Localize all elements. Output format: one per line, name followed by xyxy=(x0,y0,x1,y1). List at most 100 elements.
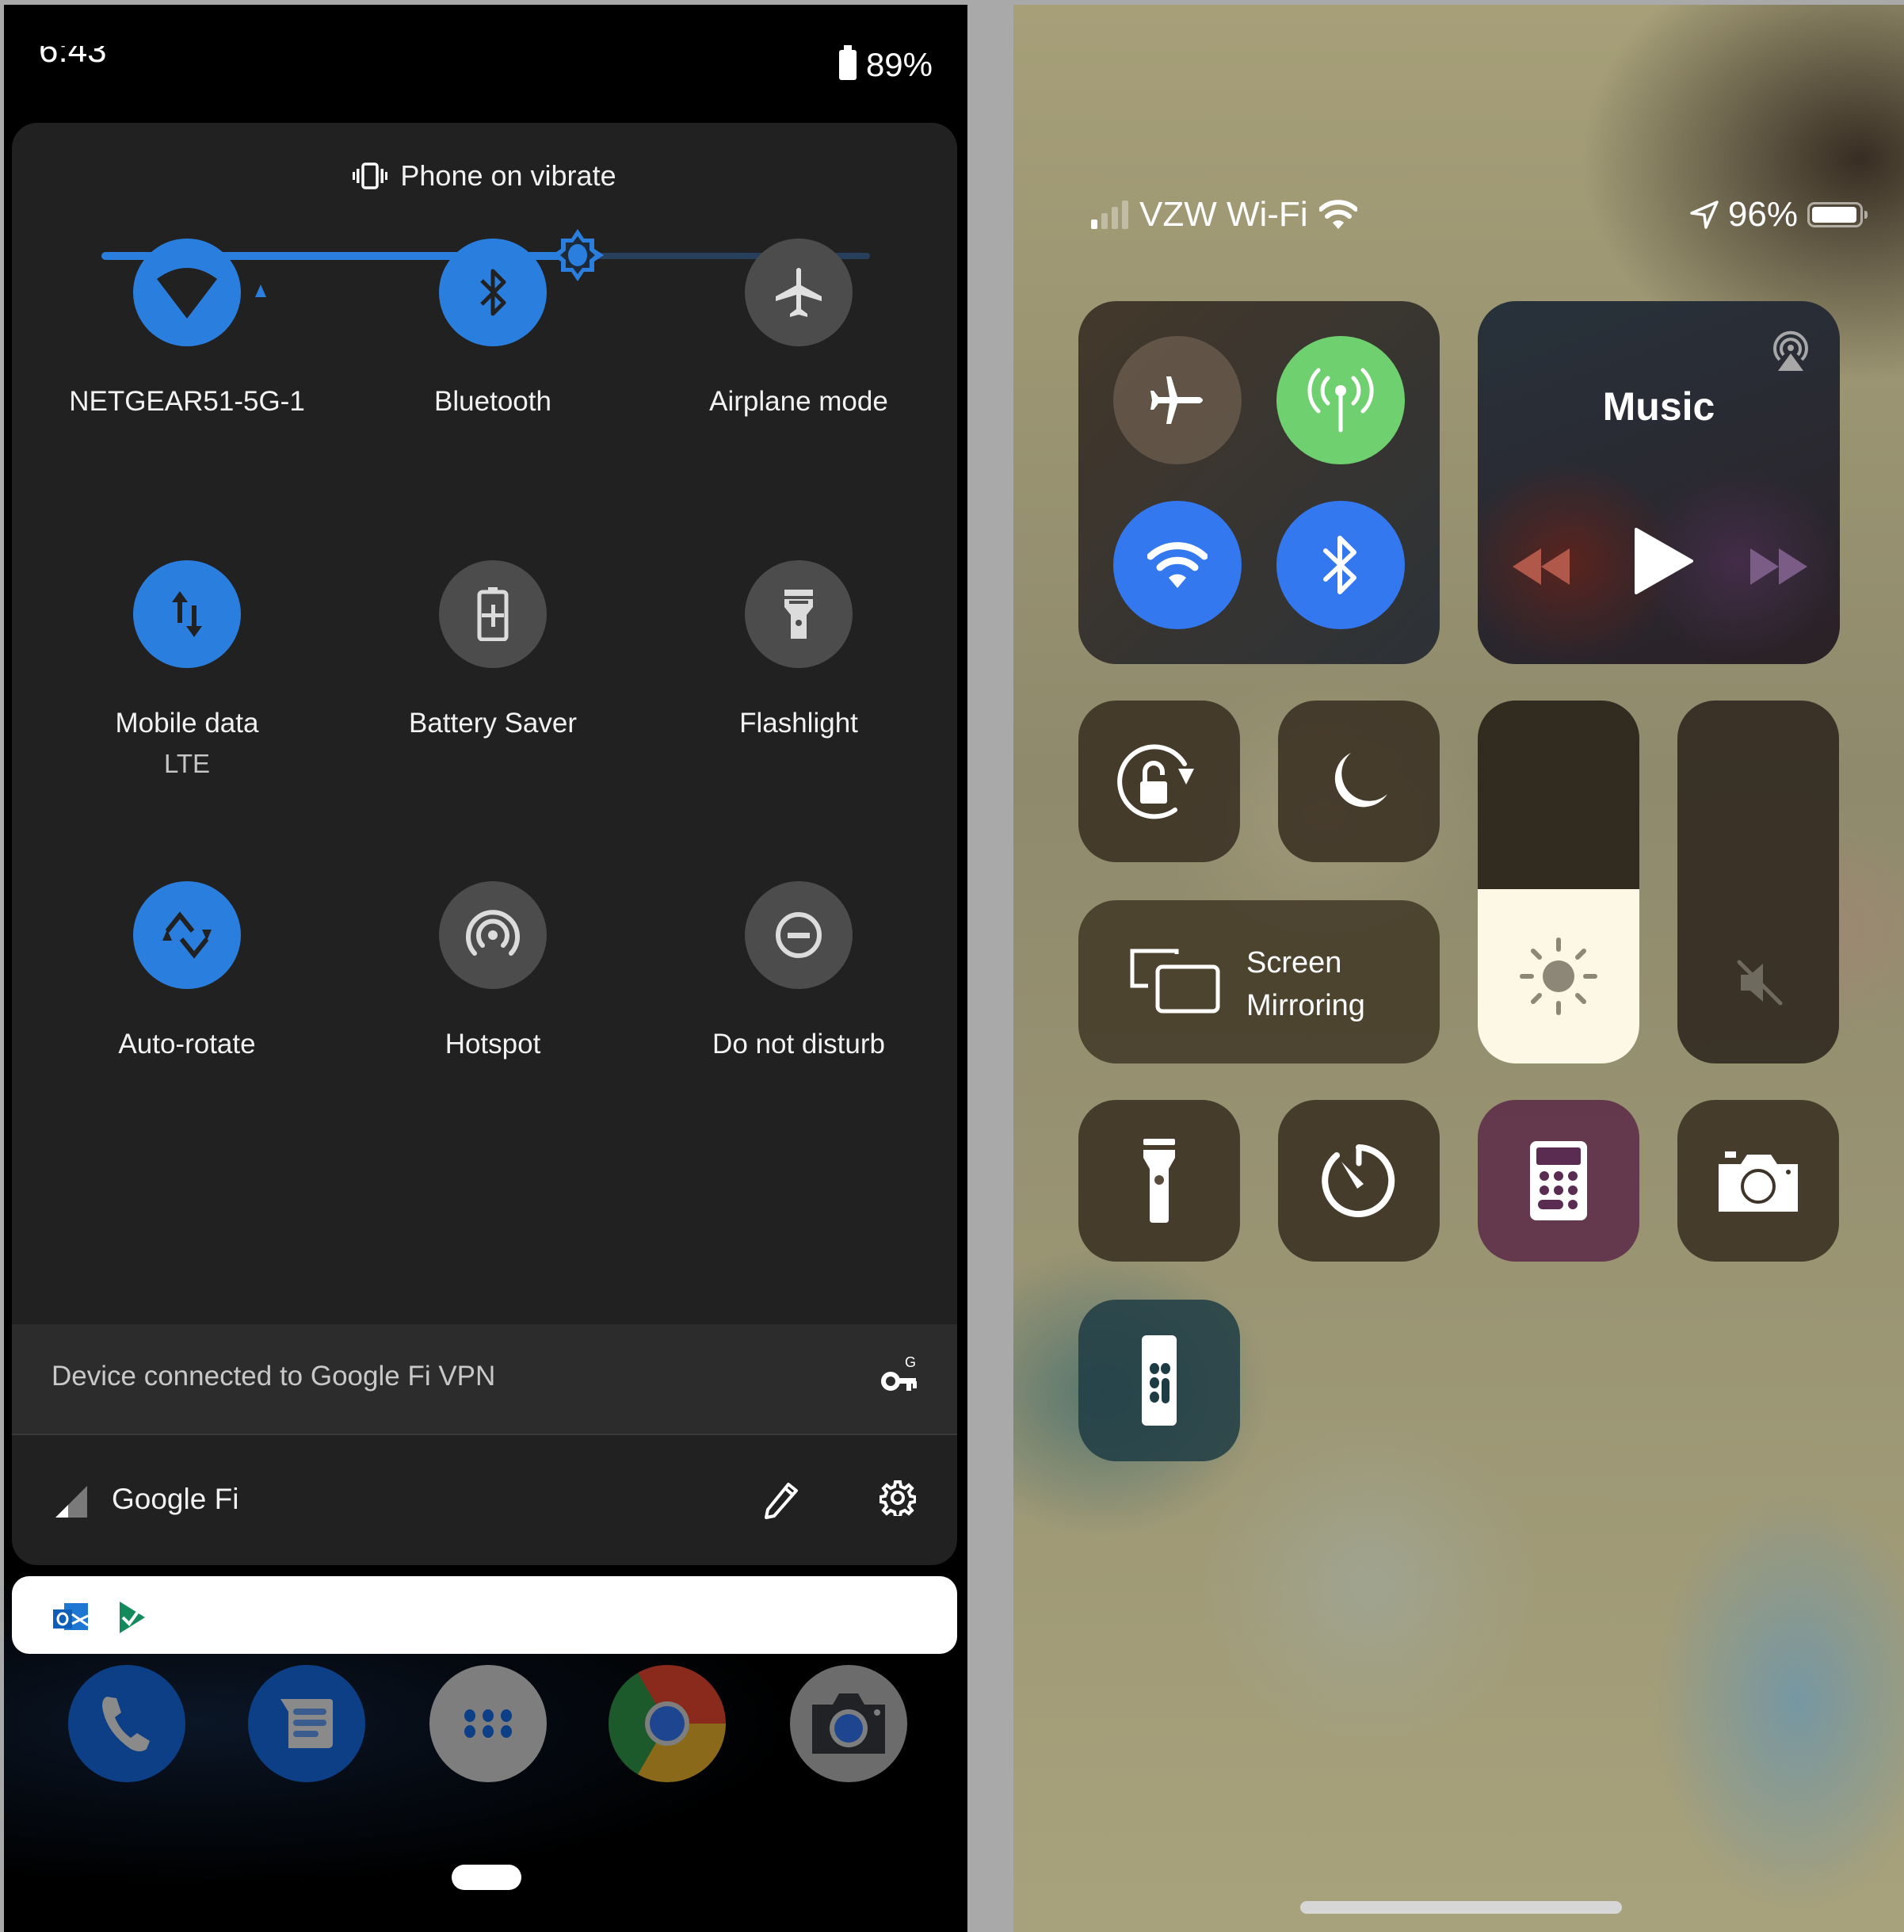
dock-camera[interactable] xyxy=(790,1665,907,1782)
messages-icon xyxy=(277,1696,336,1751)
signal-bar xyxy=(1122,200,1128,229)
calculator-button[interactable] xyxy=(1478,1100,1639,1262)
phone-icon xyxy=(99,1692,155,1755)
wifi-status-icon xyxy=(1318,200,1357,229)
vpn-status-text: Device connected to Google Fi VPN xyxy=(52,1361,496,1392)
tile-mobile-data[interactable]: Mobile data LTE xyxy=(36,560,338,779)
tile-battery-saver[interactable]: Battery Saver xyxy=(342,560,643,739)
ios-control-center: VZW Wi-Fi 96% Music Screen Mirroring xyxy=(1013,5,1904,1932)
tile-airplane[interactable]: Airplane mode xyxy=(648,239,949,418)
music-title: Music xyxy=(1602,384,1715,429)
camera-icon xyxy=(1719,1151,1798,1212)
play-icon[interactable] xyxy=(1633,528,1693,594)
rewind-icon[interactable] xyxy=(1509,547,1573,586)
tile-label: NETGEAR51-5G-1 xyxy=(69,386,305,417)
wifi-icon xyxy=(1147,542,1208,588)
flashlight-icon xyxy=(783,588,815,640)
wifi-toggle[interactable] xyxy=(1113,501,1242,629)
moon-icon xyxy=(1334,753,1387,808)
do-not-disturb-icon xyxy=(773,910,824,960)
flashlight-button[interactable] xyxy=(1078,1100,1240,1262)
ringer-mode-button[interactable]: Phone on vibrate xyxy=(12,159,957,193)
tile-label: Flashlight xyxy=(739,708,858,739)
tile-sublabel: LTE xyxy=(163,749,211,778)
tile-auto-rotate-toggle[interactable] xyxy=(133,881,241,989)
bluetooth-icon xyxy=(1323,536,1356,594)
tile-wifi-toggle[interactable] xyxy=(133,239,266,346)
sun-icon xyxy=(1519,937,1598,1016)
signal-bar xyxy=(1101,213,1108,229)
do-not-disturb-toggle[interactable] xyxy=(1278,701,1440,862)
cell-signal-icon xyxy=(55,1486,87,1518)
quick-settings-panel: Phone on vibrate NETGEAR51-5G-1 Bluetooth… xyxy=(12,123,957,1565)
app-drawer-icon xyxy=(462,1708,514,1739)
tile-battery-saver-toggle[interactable] xyxy=(439,560,547,668)
battery-icon xyxy=(1807,202,1868,227)
tile-label: Hotspot xyxy=(445,1029,541,1060)
volume-slider[interactable] xyxy=(1677,701,1839,1063)
tile-auto-rotate[interactable]: Auto-rotate xyxy=(36,881,338,1060)
tile-bluetooth-toggle[interactable] xyxy=(439,239,547,346)
speaker-muted-icon xyxy=(1734,957,1785,1008)
notification-icon-strip[interactable] xyxy=(12,1576,957,1654)
tile-dnd-toggle[interactable] xyxy=(745,881,853,989)
vpn-status-row[interactable]: Device connected to Google Fi VPN G xyxy=(12,1324,957,1435)
outlook-icon xyxy=(53,1602,90,1633)
ringer-label: Phone on vibrate xyxy=(400,159,616,192)
hotspot-icon xyxy=(465,907,521,963)
tile-flashlight-toggle[interactable] xyxy=(745,560,853,668)
tv-remote-icon xyxy=(1142,1335,1177,1426)
dock-phone[interactable] xyxy=(68,1665,185,1782)
tile-flashlight[interactable]: Flashlight xyxy=(648,560,949,739)
tile-mobile-data-toggle[interactable] xyxy=(133,560,241,668)
tile-label: Airplane mode xyxy=(709,386,888,417)
fast-forward-icon[interactable] xyxy=(1747,547,1811,586)
timer-button[interactable] xyxy=(1278,1100,1440,1262)
screen-mirroring-icon xyxy=(1129,948,1221,1014)
home-gesture-pill[interactable] xyxy=(452,1865,521,1890)
home-indicator[interactable] xyxy=(1300,1901,1622,1914)
settings-gear-icon[interactable] xyxy=(880,1480,916,1516)
battery-saver-icon xyxy=(477,587,509,641)
tile-bluetooth[interactable]: Bluetooth xyxy=(342,239,643,418)
tile-hotspot[interactable]: Hotspot xyxy=(342,881,643,1060)
chrome-icon xyxy=(635,1692,699,1755)
cell-signal-icon xyxy=(1091,200,1128,229)
dock-app-drawer[interactable] xyxy=(429,1665,547,1782)
tile-hotspot-toggle[interactable] xyxy=(439,881,547,989)
airplay-icon[interactable] xyxy=(1769,328,1813,372)
tile-wifi[interactable]: NETGEAR51-5G-1 xyxy=(36,239,338,418)
screen-mirroring-label: Screen Mirroring xyxy=(1246,946,1365,1022)
status-battery: 89% xyxy=(838,45,933,84)
wifi-expand-indicator-icon[interactable] xyxy=(255,284,266,297)
tile-dnd[interactable]: Do not disturb xyxy=(648,881,949,1060)
signal-bar xyxy=(1112,207,1118,229)
vibrate-icon xyxy=(353,162,388,189)
location-arrow-icon xyxy=(1690,200,1719,229)
svg-text:G: G xyxy=(905,1354,916,1370)
tile-airplane-toggle[interactable] xyxy=(745,239,853,346)
google-tasks-icon xyxy=(116,1600,148,1635)
edit-pencil-icon[interactable] xyxy=(765,1481,799,1519)
dock-messages[interactable] xyxy=(248,1665,365,1782)
cellular-data-toggle[interactable] xyxy=(1276,336,1405,464)
apple-tv-remote-button[interactable] xyxy=(1078,1300,1240,1461)
camera-button[interactable] xyxy=(1677,1100,1839,1262)
screen-mirroring-button[interactable]: Screen Mirroring xyxy=(1078,900,1440,1063)
dock-chrome[interactable] xyxy=(609,1665,726,1782)
connectivity-module xyxy=(1078,301,1440,664)
ios-status-bar: VZW Wi-Fi 96% xyxy=(1013,195,1904,242)
brightness-slider[interactable] xyxy=(1478,701,1639,1063)
tile-label: Do not disturb xyxy=(712,1029,885,1060)
music-module[interactable]: Music xyxy=(1478,301,1840,664)
airplane-icon xyxy=(773,266,825,319)
auto-rotate-icon xyxy=(159,907,215,963)
airplane-mode-toggle[interactable] xyxy=(1113,336,1242,464)
android-quick-settings-screen: 6:43 89% Phone on vibrate NETGEAR51-5G-1… xyxy=(4,5,967,1932)
carrier-row: Google Fi xyxy=(12,1435,957,1565)
bluetooth-toggle[interactable] xyxy=(1276,501,1405,629)
orientation-lock-toggle[interactable] xyxy=(1078,701,1240,862)
timer-icon xyxy=(1322,1144,1395,1217)
airplane-icon xyxy=(1150,376,1203,424)
carrier-name: Google Fi xyxy=(112,1483,239,1515)
